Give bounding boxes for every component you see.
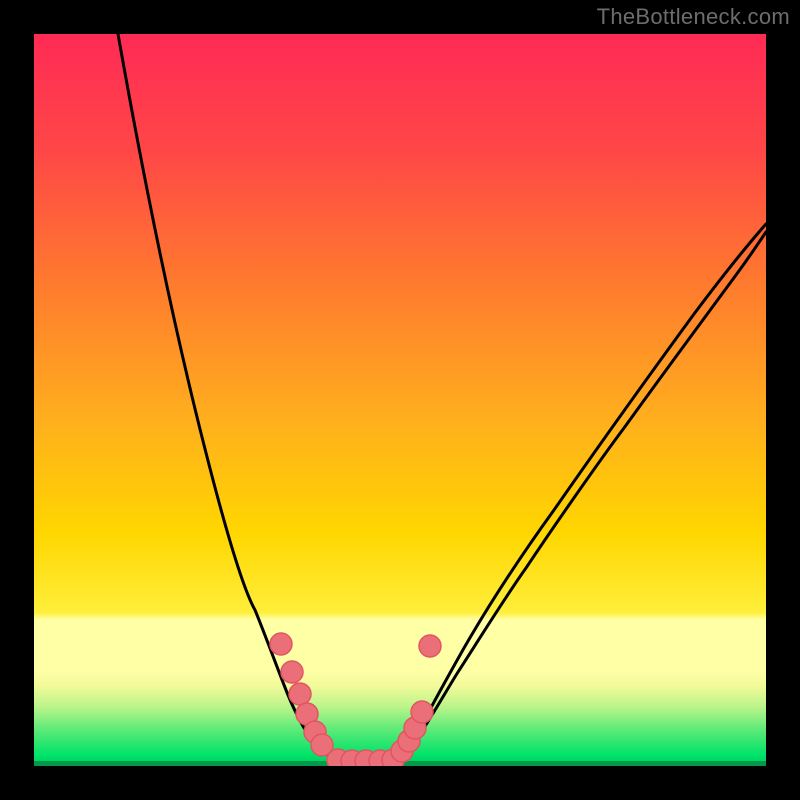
- right-curve: [394, 232, 766, 762]
- plot-area: [34, 34, 766, 766]
- left-curve: [118, 34, 349, 762]
- watermark-text: TheBottleneck.com: [597, 4, 790, 30]
- chart-frame: TheBottleneck.com: [0, 0, 800, 800]
- right-curve-smooth: [392, 224, 766, 762]
- dots-left: [270, 633, 333, 756]
- dots-right: [391, 635, 441, 762]
- chart-curves: [34, 34, 766, 766]
